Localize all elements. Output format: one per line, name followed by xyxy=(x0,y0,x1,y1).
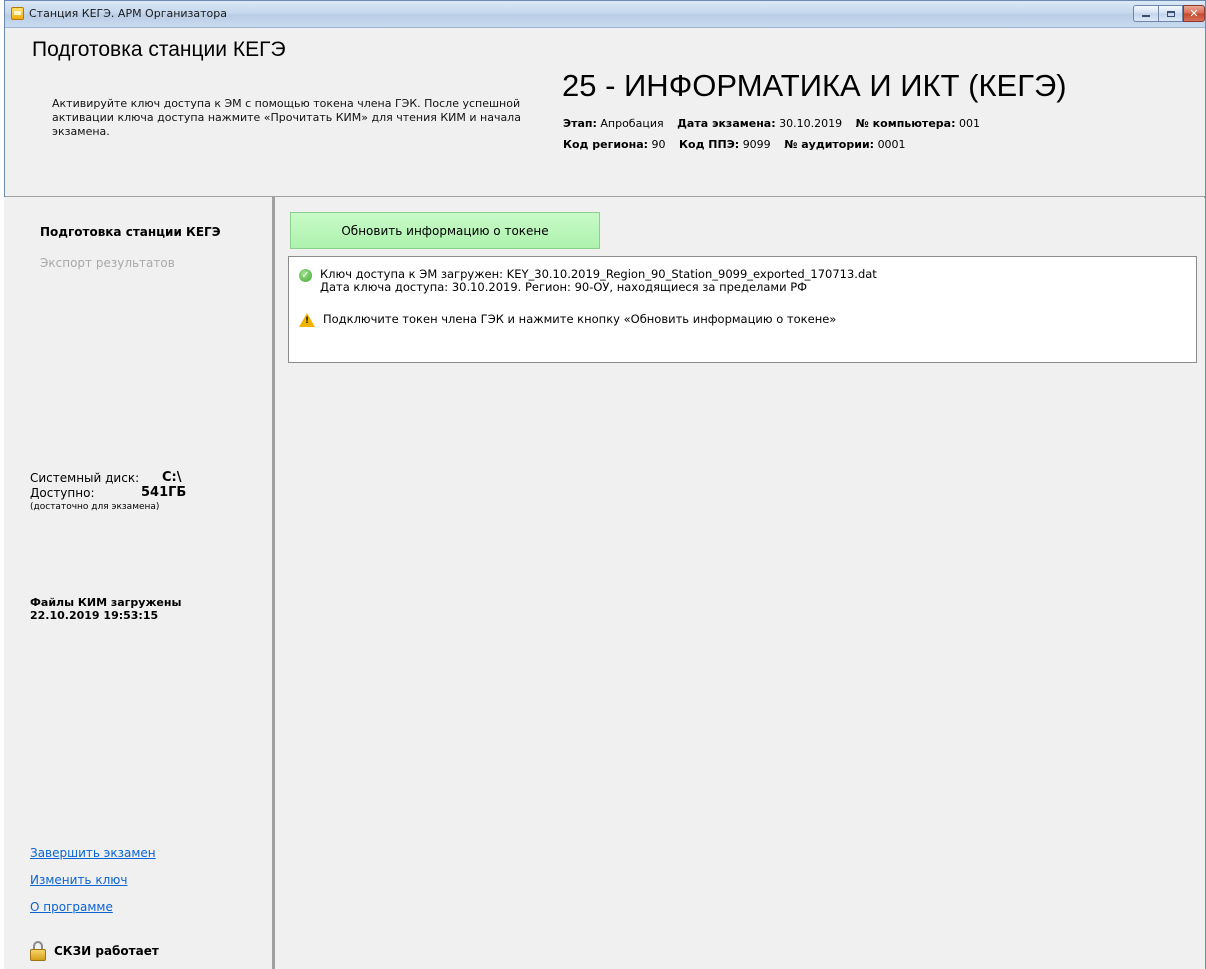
computer-number-label: № компьютера: xyxy=(855,117,956,130)
disk-info: Системный диск: C:\ Доступно: 541ГБ (дос… xyxy=(30,470,186,512)
ppe-code-label: Код ППЭ: xyxy=(679,138,740,151)
region-code-value: 90 xyxy=(651,138,666,151)
system-disk-row: Системный диск: C:\ xyxy=(30,470,182,486)
system-disk-value: C:\ xyxy=(162,470,182,485)
refresh-token-button[interactable]: Обновить информацию о токене xyxy=(290,212,600,249)
nav-item-export-results: Экспорт результатов xyxy=(40,256,175,270)
padlock-icon xyxy=(30,941,46,961)
exam-date-label: Дата экзамена: xyxy=(677,117,776,130)
nav-item-station-prep[interactable]: Подготовка станции КЕГЭ xyxy=(40,225,221,239)
system-disk-label: Системный диск: xyxy=(30,471,140,485)
minimize-icon xyxy=(1142,15,1150,17)
room-number-value: 0001 xyxy=(877,138,906,151)
close-icon: ✕ xyxy=(1189,7,1199,20)
kim-status-text: Файлы КИМ загружены xyxy=(30,596,182,609)
key-loaded-status: ✓ Ключ доступа к ЭМ загружен: KEY_30.10.… xyxy=(299,268,877,294)
stage-value: Апробация xyxy=(600,117,664,130)
skzi-status: СКЗИ работает xyxy=(30,941,159,961)
token-warning-text: Подключите токен члена ГЭК и нажмите кно… xyxy=(323,312,837,326)
available-space-label: Доступно: xyxy=(30,486,95,500)
title-bar[interactable]: Станция КЕГЭ. АРМ Организатора ✕ xyxy=(5,1,1205,28)
exam-info-line-1: Этап: Апробация Дата экзамена: 30.10.201… xyxy=(563,117,980,130)
exam-date-value: 30.10.2019 xyxy=(779,117,843,130)
token-status-panel: ✓ Ключ доступа к ЭМ загружен: KEY_30.10.… xyxy=(288,256,1197,363)
computer-number-value: 001 xyxy=(958,117,980,130)
maximize-button[interactable] xyxy=(1158,5,1183,22)
kim-status: Файлы КИМ загружены 22.10.2019 19:53:15 xyxy=(30,596,181,622)
stage-title: Подготовка станции КЕГЭ xyxy=(32,38,286,61)
available-space-row: Доступно: 541ГБ xyxy=(30,485,186,501)
token-warning-status: ! Подключите токен члена ГЭК и нажмите к… xyxy=(299,313,836,327)
check-circle-icon: ✓ xyxy=(299,269,312,282)
close-button[interactable]: ✕ xyxy=(1183,5,1205,22)
skzi-status-text: СКЗИ работает xyxy=(54,944,159,958)
window-title: Станция КЕГЭ. АРМ Организатора xyxy=(29,7,228,20)
change-key-link[interactable]: Изменить ключ xyxy=(30,873,127,887)
stage-label: Этап: xyxy=(563,117,597,130)
stage-description: Активируйте ключ доступа к ЭМ с помощью … xyxy=(52,97,521,138)
kim-status-datetime: 22.10.2019 19:53:15 xyxy=(30,609,159,622)
disk-sufficiency-note: (достаточно для экзамена) xyxy=(30,502,160,512)
about-link[interactable]: О программе xyxy=(30,900,113,914)
available-space-value: 541ГБ xyxy=(141,485,187,500)
finish-exam-link[interactable]: Завершить экзамен xyxy=(30,846,156,860)
exam-info-line-2: Код региона: 90 Код ППЭ: 9099 № аудитори… xyxy=(563,138,906,151)
key-date-region-text: Дата ключа доступа: 30.10.2019. Регион: … xyxy=(320,280,808,294)
region-code-label: Код региона: xyxy=(563,138,649,151)
app-icon xyxy=(11,7,24,20)
minimize-button[interactable] xyxy=(1133,5,1158,22)
maximize-icon xyxy=(1166,10,1175,17)
room-number-label: № аудитории: xyxy=(784,138,875,151)
warning-triangle-icon: ! xyxy=(299,313,315,327)
ppe-code-value: 9099 xyxy=(742,138,771,151)
subject-title: 25 - ИНФОРМАТИКА И ИКТ (КЕГЭ) xyxy=(562,68,1067,103)
